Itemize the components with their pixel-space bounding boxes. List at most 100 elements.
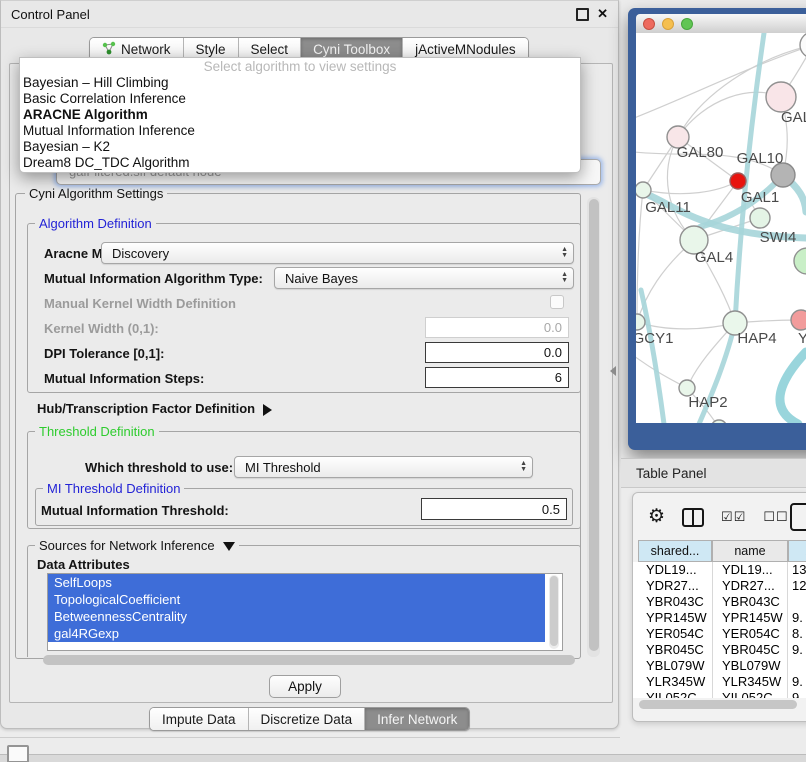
manual-kernel-label: Manual Kernel Width Definition bbox=[44, 296, 236, 311]
column-divider bbox=[787, 562, 788, 698]
aracne-mode-combo[interactable]: Discovery ▲▼ bbox=[101, 242, 574, 264]
network-node-label: GCY1 bbox=[636, 330, 673, 347]
network-node-gal11[interactable] bbox=[636, 182, 651, 198]
hub-definition-toggle[interactable]: Hub/Transcription Factor Definition bbox=[37, 401, 272, 416]
table-cell: 9. bbox=[792, 610, 803, 626]
close-icon[interactable]: ✕ bbox=[597, 8, 608, 20]
table-cell: YIL052C bbox=[646, 690, 697, 698]
tab-infer-network[interactable]: Infer Network bbox=[365, 708, 469, 730]
attribute-option[interactable]: TopologicalCoefficient bbox=[48, 591, 545, 608]
table-row[interactable]: YIL052CYIL052C9 bbox=[633, 690, 806, 698]
table-toolbar: ⚙ ☑☑ ☐☐ bbox=[632, 502, 806, 532]
control-panel-titlebar: Control Panel ✕ bbox=[1, 1, 618, 28]
panel-splitter-handle[interactable] bbox=[610, 366, 616, 376]
network-node-swi4[interactable] bbox=[794, 248, 806, 274]
table-panel-title: Table Panel bbox=[636, 466, 707, 481]
spinner-icon: ▲▼ bbox=[561, 272, 568, 284]
network-edge-highlighted[interactable] bbox=[641, 290, 664, 423]
network-node-gcy1[interactable] bbox=[636, 314, 645, 330]
settings-horizontal-scrollbar[interactable] bbox=[41, 654, 581, 666]
tab-impute-data[interactable]: Impute Data bbox=[150, 708, 249, 730]
minimize-traffic-light[interactable] bbox=[662, 18, 674, 30]
table-row[interactable]: YDR27...YDR27...12 bbox=[633, 578, 806, 594]
table-cell: YBL079W bbox=[722, 658, 781, 674]
expand-right-icon bbox=[263, 404, 272, 416]
network-graph[interactable]: GALGAL80GAL10GAL11GAL1SWI4GAL4GCY1HAP4YH… bbox=[636, 33, 806, 423]
table-cell: YLR345W bbox=[722, 674, 781, 690]
split-columns-icon[interactable] bbox=[682, 508, 704, 527]
tab-discretize-data[interactable]: Discretize Data bbox=[249, 708, 366, 730]
table-cell: YBR045C bbox=[722, 642, 780, 658]
attribute-option[interactable]: gal4RGexp bbox=[48, 625, 545, 642]
network-edge[interactable] bbox=[643, 181, 738, 194]
network-window-titlebar[interactable] bbox=[636, 14, 806, 34]
network-node[interactable] bbox=[800, 33, 806, 58]
cyni-algorithm-settings-title: Cyni Algorithm Settings bbox=[25, 186, 167, 201]
table-row[interactable]: YLR345WYLR345W9. bbox=[633, 674, 806, 690]
column-header-name[interactable]: name bbox=[712, 540, 788, 562]
zoom-traffic-light[interactable] bbox=[681, 18, 693, 30]
network-node-gal[interactable] bbox=[766, 82, 796, 112]
collapse-down-icon bbox=[223, 542, 235, 551]
algorithm-option-bayesian-hill-climbing[interactable]: Bayesian – Hill Climbing bbox=[20, 75, 580, 91]
sources-toggle[interactable]: Sources for Network Inference bbox=[35, 538, 239, 553]
mi-type-combo[interactable]: Naive Bayes ▲▼ bbox=[274, 267, 574, 289]
network-node-label: GAL10 bbox=[737, 150, 784, 167]
table-row[interactable]: YBR043CYBR043C bbox=[633, 594, 806, 610]
manual-kernel-checkbox[interactable] bbox=[550, 295, 564, 309]
table-row[interactable]: YBL079WYBL079W bbox=[633, 658, 806, 674]
network-node-y[interactable] bbox=[791, 310, 806, 330]
table-cell: 8. bbox=[792, 626, 803, 642]
kernel-width-field: 0.0 bbox=[425, 317, 569, 338]
network-edge[interactable] bbox=[636, 356, 687, 388]
network-node-gal10[interactable] bbox=[730, 173, 746, 189]
bottom-strip bbox=[0, 754, 806, 762]
gear-icon[interactable]: ⚙ bbox=[648, 507, 665, 527]
algorithm-placeholder: Select algorithm to view settings bbox=[20, 58, 580, 75]
apply-button[interactable]: Apply bbox=[269, 675, 341, 698]
unselect-all-columns-icon[interactable]: ☐☐ bbox=[763, 509, 788, 525]
mi-threshold-field[interactable]: 0.5 bbox=[421, 498, 567, 520]
algorithm-option-basic-correlation[interactable]: Basic Correlation Inference bbox=[20, 91, 580, 107]
tab-network-label: Network bbox=[121, 42, 171, 57]
network-edge-highlighted[interactable] bbox=[780, 352, 806, 423]
which-threshold-label: Which threshold to use: bbox=[85, 460, 233, 475]
which-threshold-combo[interactable]: MI Threshold ▲▼ bbox=[234, 456, 533, 478]
network-node-label: Y bbox=[798, 330, 806, 347]
table-row[interactable]: YBR045CYBR045C9. bbox=[633, 642, 806, 658]
close-traffic-light[interactable] bbox=[643, 18, 655, 30]
algorithm-option-mutual-information[interactable]: Mutual Information Inference bbox=[20, 123, 580, 139]
table-cell: YER054C bbox=[646, 626, 704, 642]
table-row[interactable]: YPR145WYPR145W9. bbox=[633, 610, 806, 626]
select-all-columns-icon[interactable]: ☑☑ bbox=[721, 509, 746, 525]
network-edge[interactable] bbox=[637, 322, 735, 329]
table-row[interactable]: YER054CYER054C8. bbox=[633, 626, 806, 642]
attribute-option[interactable]: BetweennessCentrality bbox=[48, 608, 545, 625]
network-node-gal1[interactable] bbox=[750, 208, 770, 228]
attribute-option[interactable]: SelfLoops bbox=[48, 574, 545, 591]
attributes-scrollbar[interactable] bbox=[549, 575, 559, 649]
add-column-icon[interactable] bbox=[790, 503, 806, 531]
float-window-icon[interactable] bbox=[576, 8, 589, 21]
minimized-panel-icon[interactable] bbox=[7, 745, 29, 762]
algorithm-option-dream8[interactable]: Dream8 DC_TDC Algorithm bbox=[20, 155, 580, 171]
screen: Control Panel ✕ Netw bbox=[0, 0, 806, 762]
data-attributes-list[interactable]: SelfLoopsTopologicalCoefficientBetweenne… bbox=[47, 573, 563, 651]
mi-steps-field[interactable]: 6 bbox=[425, 367, 569, 388]
mi-threshold-label: Mutual Information Threshold: bbox=[41, 503, 229, 518]
table-horizontal-scrollbar[interactable] bbox=[637, 699, 800, 710]
column-header-shared-name[interactable]: shared... bbox=[638, 540, 712, 562]
settings-vertical-scrollbar[interactable] bbox=[587, 197, 600, 657]
table-row[interactable]: YDL19...YDL19...13 bbox=[633, 562, 806, 578]
network-canvas[interactable]: GALGAL80GAL10GAL11GAL1SWI4GAL4GCY1HAP4YH… bbox=[636, 33, 806, 423]
dpi-tolerance-field[interactable]: 0.0 bbox=[425, 342, 569, 363]
table-cell: YBR045C bbox=[646, 642, 704, 658]
table-cell: 13 bbox=[792, 562, 806, 578]
which-threshold-value: MI Threshold bbox=[245, 460, 520, 475]
network-node-label: GAL11 bbox=[645, 199, 691, 216]
table-cell: YLR345W bbox=[646, 674, 705, 690]
algorithm-option-aracne[interactable]: ARACNE Algorithm bbox=[20, 107, 580, 123]
table-rows[interactable]: YDL19...YDL19...13YDR27...YDR27...12YBR0… bbox=[633, 562, 806, 698]
column-header-partial[interactable]: A bbox=[788, 540, 806, 562]
algorithm-option-bayesian-k2[interactable]: Bayesian – K2 bbox=[20, 139, 580, 155]
